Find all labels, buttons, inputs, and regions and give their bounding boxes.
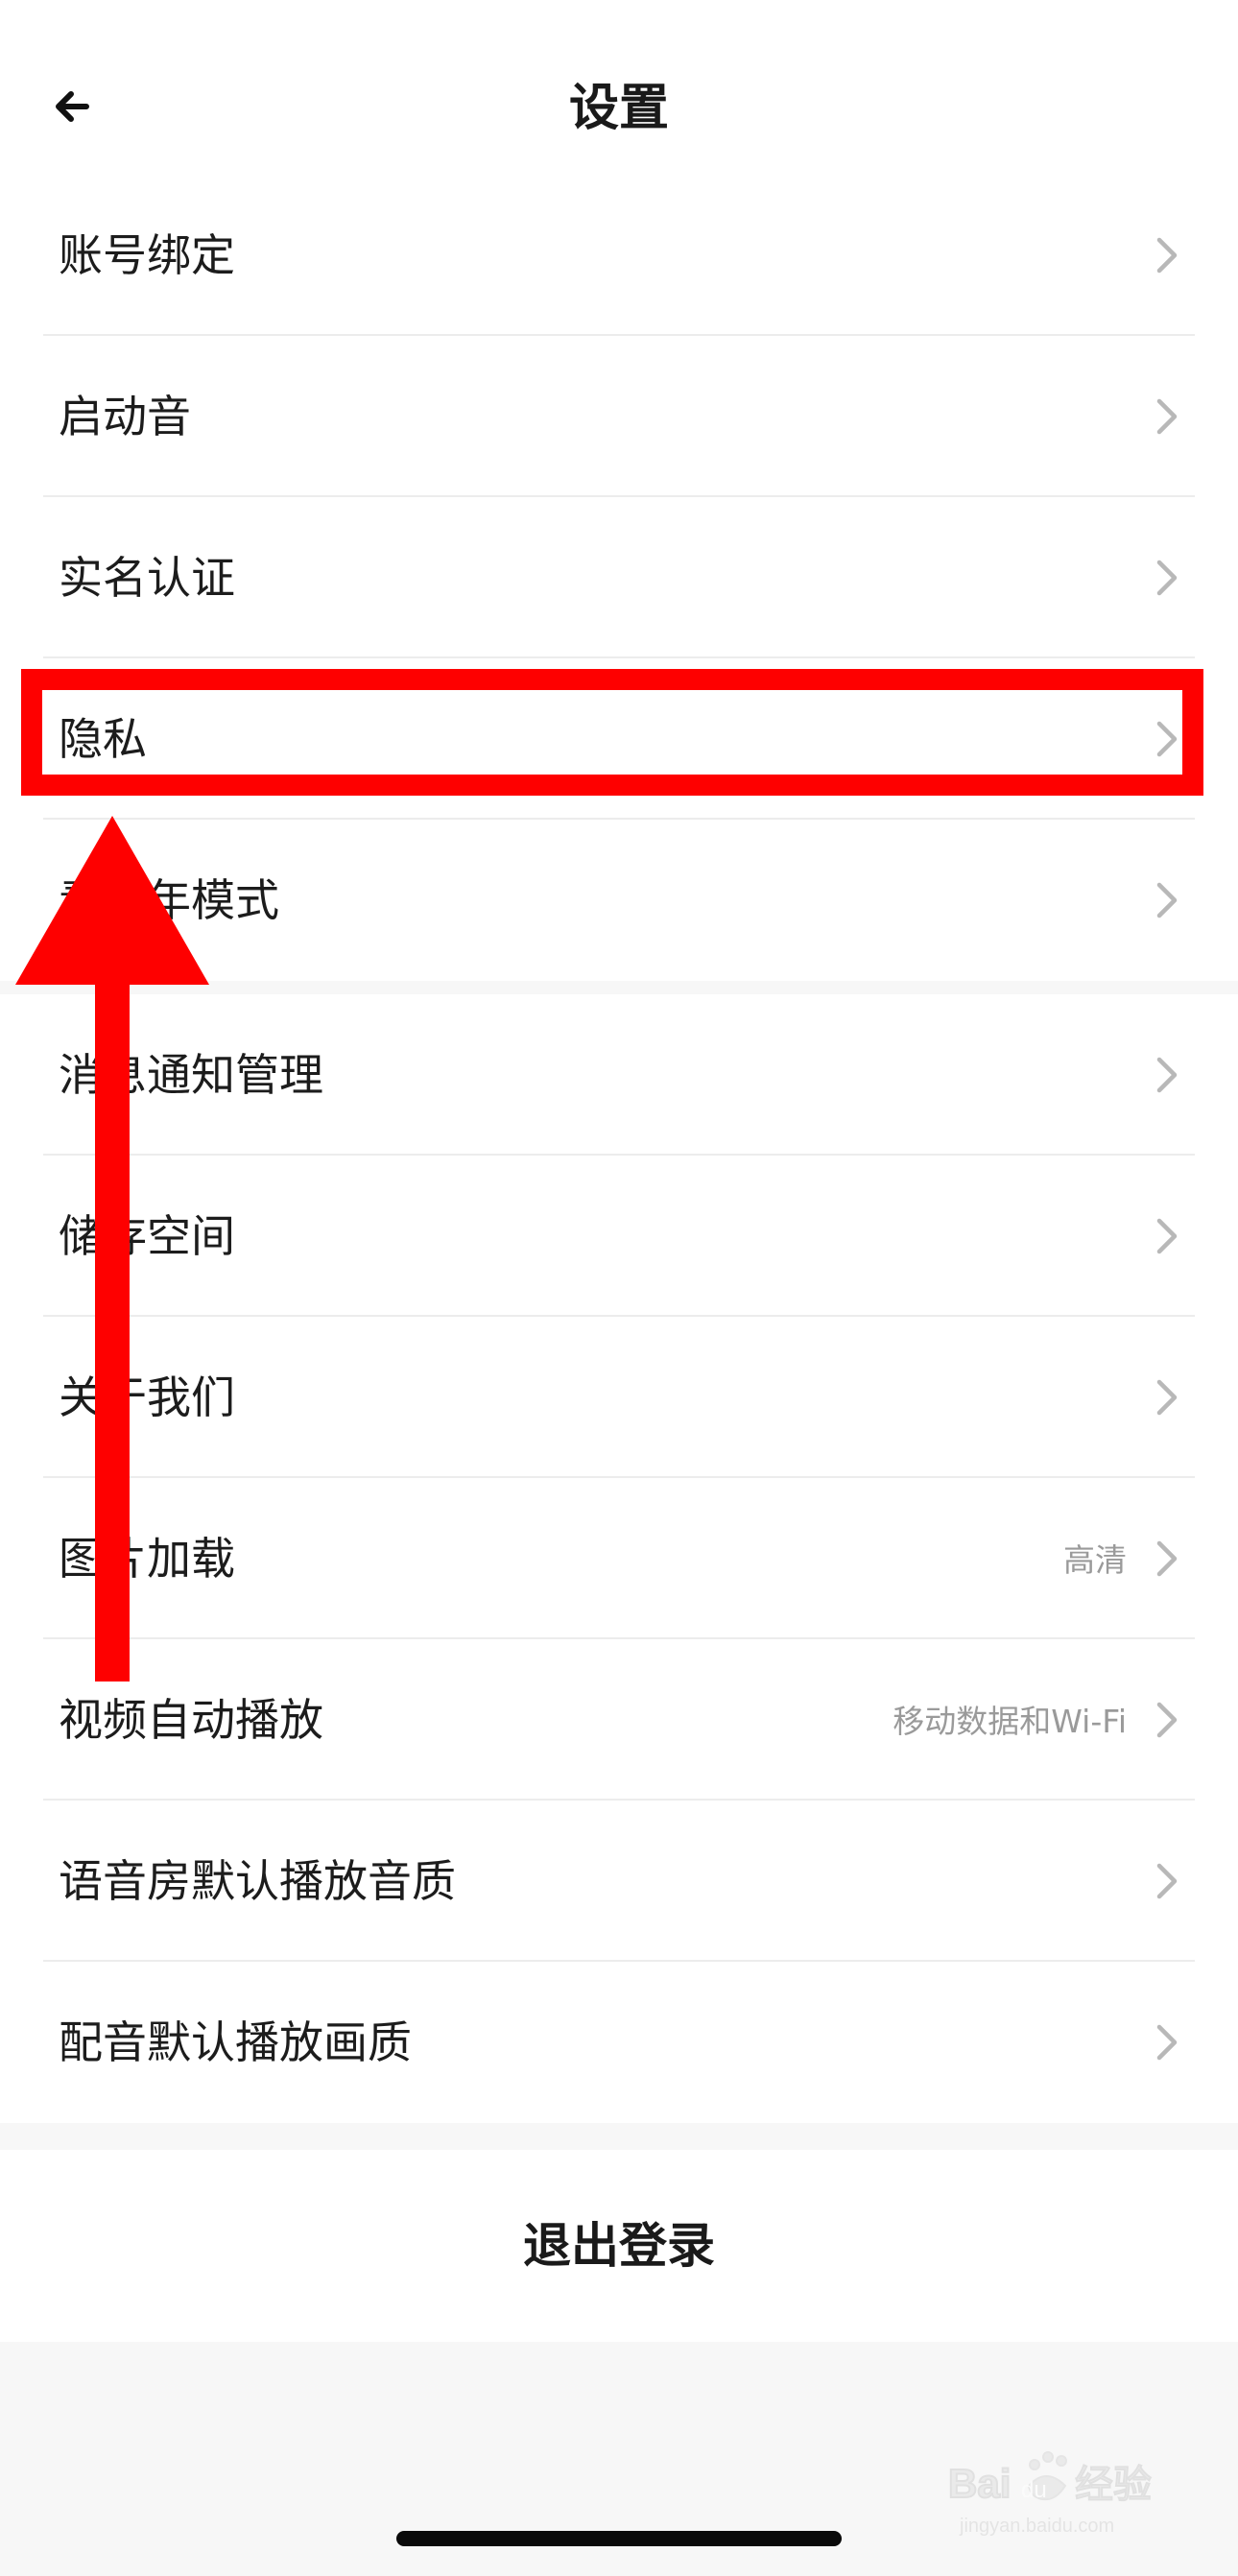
annotation-arrow-up-icon	[15, 816, 209, 1682]
